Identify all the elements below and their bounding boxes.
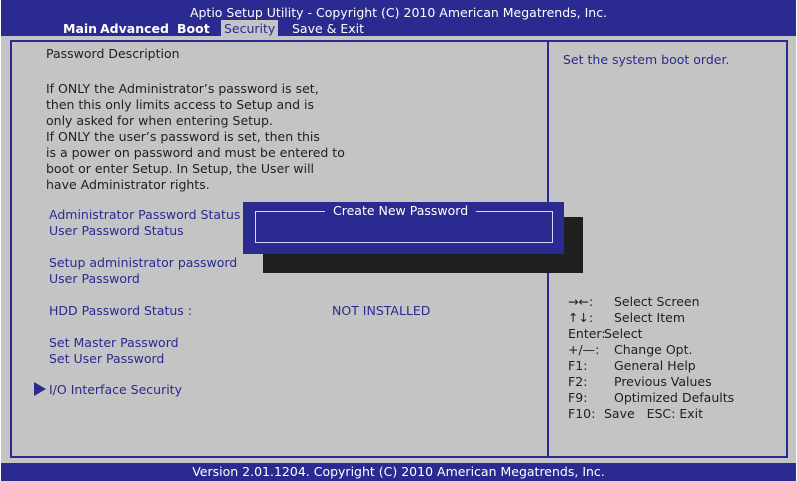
- setup-admin-password-item[interactable]: Setup administrator password: [49, 255, 237, 270]
- key-label: Enter:: [568, 326, 606, 341]
- io-interface-security-item[interactable]: I/O Interface Security: [49, 382, 182, 397]
- description-line: boot or enter Setup. In Setup, the User …: [46, 161, 315, 176]
- help-text: Set the system boot order.: [563, 52, 730, 67]
- dialog-title: Create New Password: [325, 203, 477, 218]
- key-label: +/—:: [568, 342, 600, 357]
- key-action: Previous Values: [614, 374, 712, 389]
- description-line: then this only limits access to Setup an…: [46, 97, 315, 112]
- description-line: have Administrator rights.: [46, 177, 210, 192]
- hdd-password-status-value: NOT INSTALLED: [332, 303, 431, 318]
- key-action: General Help: [614, 358, 696, 373]
- key-action: Select: [604, 326, 643, 341]
- footer-bar: Version 2.01.1204. Copyright (C) 2010 Am…: [1, 463, 796, 481]
- tab-advanced[interactable]: Advanced: [100, 21, 169, 36]
- admin-password-status-label: Administrator Password Status: [49, 207, 241, 222]
- tab-main[interactable]: Main: [63, 21, 97, 36]
- tab-security[interactable]: Security: [221, 20, 279, 36]
- create-password-dialog: Create New Password: [243, 202, 564, 254]
- tab-save-exit[interactable]: Save & Exit: [292, 21, 364, 36]
- description-line: If ONLY the Administrator’s password is …: [46, 81, 319, 96]
- key-label: F2:: [568, 374, 588, 389]
- key-action: Select Item: [614, 310, 685, 325]
- key-action: Optimized Defaults: [614, 390, 735, 405]
- hdd-password-status-label: HDD Password Status :: [49, 303, 192, 318]
- top-bar: Aptio Setup Utility - Copyright (C) 2010…: [1, 0, 796, 36]
- key-action: Save ESC: Exit: [604, 406, 704, 421]
- description-line: If ONLY the user’s password is set, then…: [46, 129, 320, 144]
- set-user-password-item[interactable]: Set User Password: [49, 351, 164, 366]
- user-password-status-label: User Password Status: [49, 223, 184, 238]
- key-label: F1:: [568, 358, 588, 373]
- key-label: ↑↓:: [568, 310, 594, 325]
- key-label: F10:: [568, 406, 596, 421]
- key-action: Select Screen: [614, 294, 700, 309]
- key-label: →←:: [568, 294, 594, 309]
- set-master-password-item[interactable]: Set Master Password: [49, 335, 179, 350]
- key-label: F9:: [568, 390, 588, 405]
- tab-boot[interactable]: Boot: [177, 21, 210, 36]
- key-action: Change Opt.: [614, 342, 693, 357]
- window-title: Aptio Setup Utility - Copyright (C) 2010…: [189, 5, 608, 20]
- description-line: is a power on password and must be enter…: [46, 145, 345, 160]
- submenu-arrow-icon: [34, 382, 46, 396]
- bios-screen: Aptio Setup Utility - Copyright (C) 2010…: [1, 0, 796, 481]
- description-heading: Password Description: [46, 46, 180, 61]
- user-password-item[interactable]: User Password: [49, 271, 140, 286]
- description-line: only asked for when entering Setup.: [46, 113, 273, 128]
